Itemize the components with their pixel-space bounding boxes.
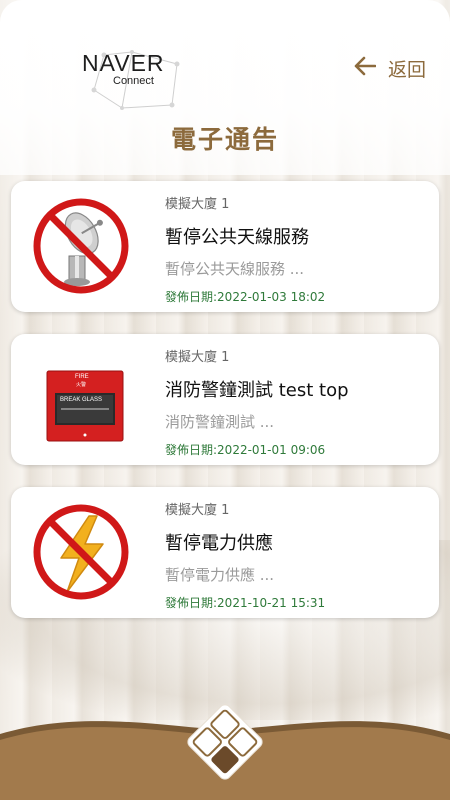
notice-date: 發佈日期:2021-10-21 15:31 <box>165 596 326 610</box>
notice-title: 消防警鐘測試 test top <box>165 380 349 401</box>
notice-card[interactable]: 模擬大廈 1 暫停電力供應 暫停電力供應 ... 發佈日期:2021-10-21… <box>11 487 439 618</box>
back-label: 返回 <box>387 59 426 81</box>
no-power-icon <box>31 502 131 602</box>
break-glass-label: BREAK GLASS <box>60 397 103 403</box>
notice-title: 暫停公共天線服務 <box>165 227 309 248</box>
building-name: 模擬大廈 1 <box>165 503 230 518</box>
logo-subtext: Connect <box>113 75 154 87</box>
building-name: 模擬大廈 1 <box>165 350 230 365</box>
notice-title: 暫停電力供應 <box>165 533 273 554</box>
building-name: 模擬大廈 1 <box>165 197 230 212</box>
home-menu-icon[interactable] <box>183 700 267 784</box>
fire-label: FIRE <box>75 374 89 380</box>
no-antenna-icon <box>31 196 131 296</box>
naver-connect-logo: NAVER Connect <box>82 50 192 110</box>
notice-date: 發佈日期:2022-01-01 09:06 <box>165 443 326 457</box>
back-button[interactable]: 返回 <box>354 55 426 82</box>
notice-summary: 暫停電力供應 ... <box>165 566 275 584</box>
notice-summary: 消防警鐘測試 ... <box>165 413 275 431</box>
fire-label-zh: 火警 <box>76 382 87 388</box>
notice-summary: 暫停公共天線服務 ... <box>165 260 305 278</box>
notice-date: 發佈日期:2022-01-03 18:02 <box>165 290 326 304</box>
notice-card[interactable]: 模擬大廈 1 暫停公共天線服務 暫停公共天線服務 ... 發佈日期:2022-0… <box>11 181 439 312</box>
logo-text: NAVER <box>82 50 165 76</box>
notice-card[interactable]: FIRE 火警 BREAK GLASS 模擬大廈 1 消防警鐘測試 test t… <box>11 334 439 465</box>
page-title: 電子通告 <box>170 125 279 154</box>
arrow-left-icon <box>354 56 377 81</box>
fire-alarm-icon: FIRE 火警 BREAK GLASS <box>31 349 131 449</box>
header-panel: NAVER Connect 返回 電子通告 <box>0 0 450 175</box>
